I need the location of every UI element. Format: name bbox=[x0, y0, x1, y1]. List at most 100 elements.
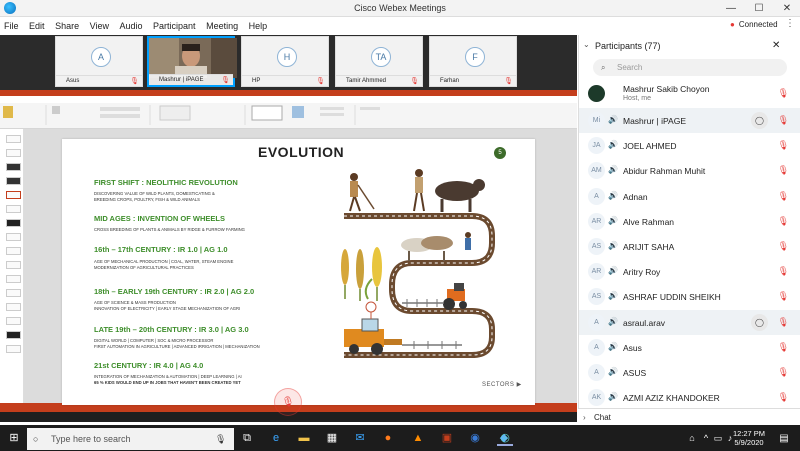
edge-icon[interactable]: e bbox=[268, 431, 284, 446]
ppt-ribbon-tabs bbox=[0, 96, 577, 103]
menu-help[interactable]: Help bbox=[249, 21, 268, 31]
muted-mic-icon[interactable]: 🎙 bbox=[778, 140, 789, 151]
muted-mic-icon[interactable]: 🎙 bbox=[778, 165, 789, 176]
menu-file[interactable]: File bbox=[4, 21, 19, 31]
video-thumb-asus[interactable]: A Asus 🎙 bbox=[55, 36, 143, 87]
participant-row[interactable]: AR 🔊 Alve Rahman 🎙 bbox=[579, 209, 800, 234]
maximize-button[interactable]: ☐ bbox=[746, 0, 772, 17]
muted-mic-icon[interactable]: 🎙 bbox=[778, 216, 789, 227]
chat-bar[interactable]: › Chat bbox=[578, 408, 800, 425]
muted-mic-icon[interactable]: 🎙 bbox=[778, 191, 789, 202]
microphone-icon[interactable]: 🎙 bbox=[215, 428, 226, 450]
menu-share[interactable]: Share bbox=[55, 21, 79, 31]
slide-thumb[interactable] bbox=[6, 219, 21, 227]
mail-icon[interactable]: ✉ bbox=[352, 431, 368, 446]
slide-thumb[interactable] bbox=[6, 149, 21, 157]
webex-taskbar-icon[interactable]: ◎ bbox=[497, 431, 513, 446]
participant-row[interactable]: Mi 🔊 Mashrur | iPAGE ◯ 🎙 bbox=[579, 108, 800, 133]
participant-row[interactable]: AS 🔊 ARIJIT SAHA 🎙 bbox=[579, 234, 800, 259]
mic-icon: 🔊 bbox=[608, 115, 618, 124]
muted-mic-icon[interactable]: 🎙 bbox=[778, 392, 789, 403]
slide-thumb[interactable] bbox=[6, 247, 21, 255]
participant-row[interactable]: A 🔊 ASUS 🎙 bbox=[579, 360, 800, 385]
section-line: FIRST AUTOMATION IN AGRICULTURE | ADVANC… bbox=[94, 344, 260, 349]
search-icon: ⌕ bbox=[601, 63, 606, 72]
mic-icon: 🔊 bbox=[608, 241, 618, 250]
menu-participant[interactable]: Participant bbox=[153, 21, 196, 31]
muted-mic-icon[interactable]: 🎙 bbox=[778, 241, 789, 252]
participant-row[interactable]: AS 🔊 ASHRAF UDDIN SHEIKH 🎙 bbox=[579, 284, 800, 309]
store-icon[interactable]: ▦ bbox=[324, 431, 340, 446]
minimize-button[interactable]: — bbox=[718, 0, 744, 17]
slide-thumb[interactable] bbox=[6, 289, 21, 297]
firefox-icon[interactable]: ● bbox=[380, 431, 396, 446]
participant-row[interactable]: AM 🔊 Abidur Rahman Muhit 🎙 bbox=[579, 158, 800, 183]
taskbar-clock[interactable]: 12:27 PM 5/9/2020 bbox=[726, 429, 772, 447]
muted-mic-icon[interactable]: 🎙 bbox=[778, 291, 789, 302]
slide-thumb[interactable] bbox=[6, 135, 21, 143]
more-options-icon[interactable]: ⋮ bbox=[785, 18, 795, 29]
menu-edit[interactable]: Edit bbox=[29, 21, 45, 31]
avatar: A bbox=[588, 364, 605, 381]
slide-thumb[interactable] bbox=[6, 261, 21, 269]
muted-mic-icon[interactable]: 🎙 bbox=[778, 317, 789, 328]
slide-thumb[interactable] bbox=[6, 205, 21, 213]
video-thumb-mashrur[interactable]: Mashrur | iPAGE 🎙 bbox=[147, 36, 237, 87]
slide-thumb[interactable] bbox=[6, 331, 21, 339]
video-thumb-farhan[interactable]: F Farhan 🎙 bbox=[429, 36, 517, 87]
avatar: H bbox=[277, 47, 297, 67]
slide-thumb[interactable] bbox=[6, 345, 21, 353]
slide-thumb[interactable] bbox=[6, 275, 21, 283]
participant-row[interactable]: AR 🔊 Aritry Roy 🎙 bbox=[579, 259, 800, 284]
slide-thumb[interactable] bbox=[6, 303, 21, 311]
menu-view[interactable]: View bbox=[90, 21, 109, 31]
mic-icon: 🔊 bbox=[608, 291, 618, 301]
thumb-name: HP bbox=[242, 75, 328, 86]
file-explorer-icon[interactable]: ▬ bbox=[296, 431, 312, 446]
muted-mic-icon: 🎙 bbox=[504, 78, 513, 85]
avatar: A bbox=[588, 187, 605, 205]
powerpoint-icon[interactable]: ▣ bbox=[439, 431, 455, 446]
participants-panel: ⌄ Participants (77) ✕ ⌕ Search Mashrur S… bbox=[578, 35, 800, 425]
video-thumb-hp[interactable]: H HP 🎙 bbox=[241, 36, 329, 87]
participant-row[interactable]: A 🔊 Asus 🎙 bbox=[579, 335, 800, 360]
participant-row[interactable]: A 🔊 Adnan 🎙 bbox=[579, 184, 800, 209]
windows-start-icon[interactable]: ⊞ bbox=[6, 431, 22, 446]
participant-search-input[interactable]: ⌕ Search bbox=[593, 59, 787, 76]
menu-audio[interactable]: Audio bbox=[119, 21, 142, 31]
slide-thumb[interactable] bbox=[6, 317, 21, 325]
participant-name: Aritry Roy bbox=[623, 267, 661, 278]
chevron-down-icon[interactable]: ⌄ bbox=[583, 40, 590, 49]
title-bar: Cisco Webex Meetings — ☐ ✕ bbox=[0, 0, 800, 17]
avatar bbox=[588, 85, 605, 102]
slide-thumb[interactable] bbox=[6, 177, 21, 185]
chat-bubble-icon[interactable]: ◯ bbox=[751, 112, 768, 129]
slide-thumb[interactable] bbox=[6, 233, 21, 241]
section-heading: 18th – EARLY 19th CENTURY : IR 2.0 | AG … bbox=[94, 287, 255, 296]
section-line: INNOVATION OF ELECTRICITY | EARLY STAGE … bbox=[94, 306, 241, 311]
participant-host[interactable]: Mashrur Sakib Choyon Host, me 🎙 bbox=[579, 81, 800, 106]
close-button[interactable]: ✕ bbox=[774, 0, 800, 17]
participant-row[interactable]: AK 🔊 AZMI AZIZ KHANDOKER 🎙 bbox=[579, 385, 800, 410]
muted-mic-icon[interactable]: 🎙 bbox=[778, 88, 789, 99]
notifications-icon[interactable]: ▤ bbox=[776, 431, 792, 446]
slide-thumb[interactable] bbox=[6, 191, 21, 199]
close-icon[interactable]: ✕ bbox=[772, 40, 780, 51]
muted-mic-icon[interactable]: 🎙 bbox=[778, 115, 789, 126]
strip-right-bg bbox=[550, 35, 577, 90]
vlc-icon[interactable]: ▲ bbox=[410, 431, 426, 446]
app-icon[interactable]: ◉ bbox=[467, 431, 483, 446]
mic-icon: 🔊 bbox=[608, 266, 618, 276]
muted-mic-icon[interactable]: 🎙 bbox=[778, 266, 789, 277]
participant-row[interactable]: A 🔊 asraul.arav ◯ 🎙 bbox=[579, 309, 800, 335]
muted-mic-icon[interactable]: 🎙 bbox=[778, 342, 789, 353]
menu-meeting[interactable]: Meeting bbox=[206, 21, 238, 31]
slide-thumb[interactable] bbox=[6, 163, 21, 171]
task-view-icon[interactable]: ⧉ bbox=[239, 431, 255, 446]
chat-bubble-icon[interactable]: ◯ bbox=[751, 313, 768, 331]
participant-row[interactable]: JA 🔊 JOEL AHMED 🎙 bbox=[579, 133, 800, 158]
taskbar-search-box[interactable]: ○ Type here to search 🎙 bbox=[27, 428, 234, 450]
video-thumb-tamir[interactable]: TA Tamir Ahmmed 🎙 bbox=[335, 36, 423, 87]
muted-mic-icon[interactable]: 🎙 bbox=[778, 367, 789, 378]
muted-mic-icon: 🎙 bbox=[410, 78, 419, 85]
